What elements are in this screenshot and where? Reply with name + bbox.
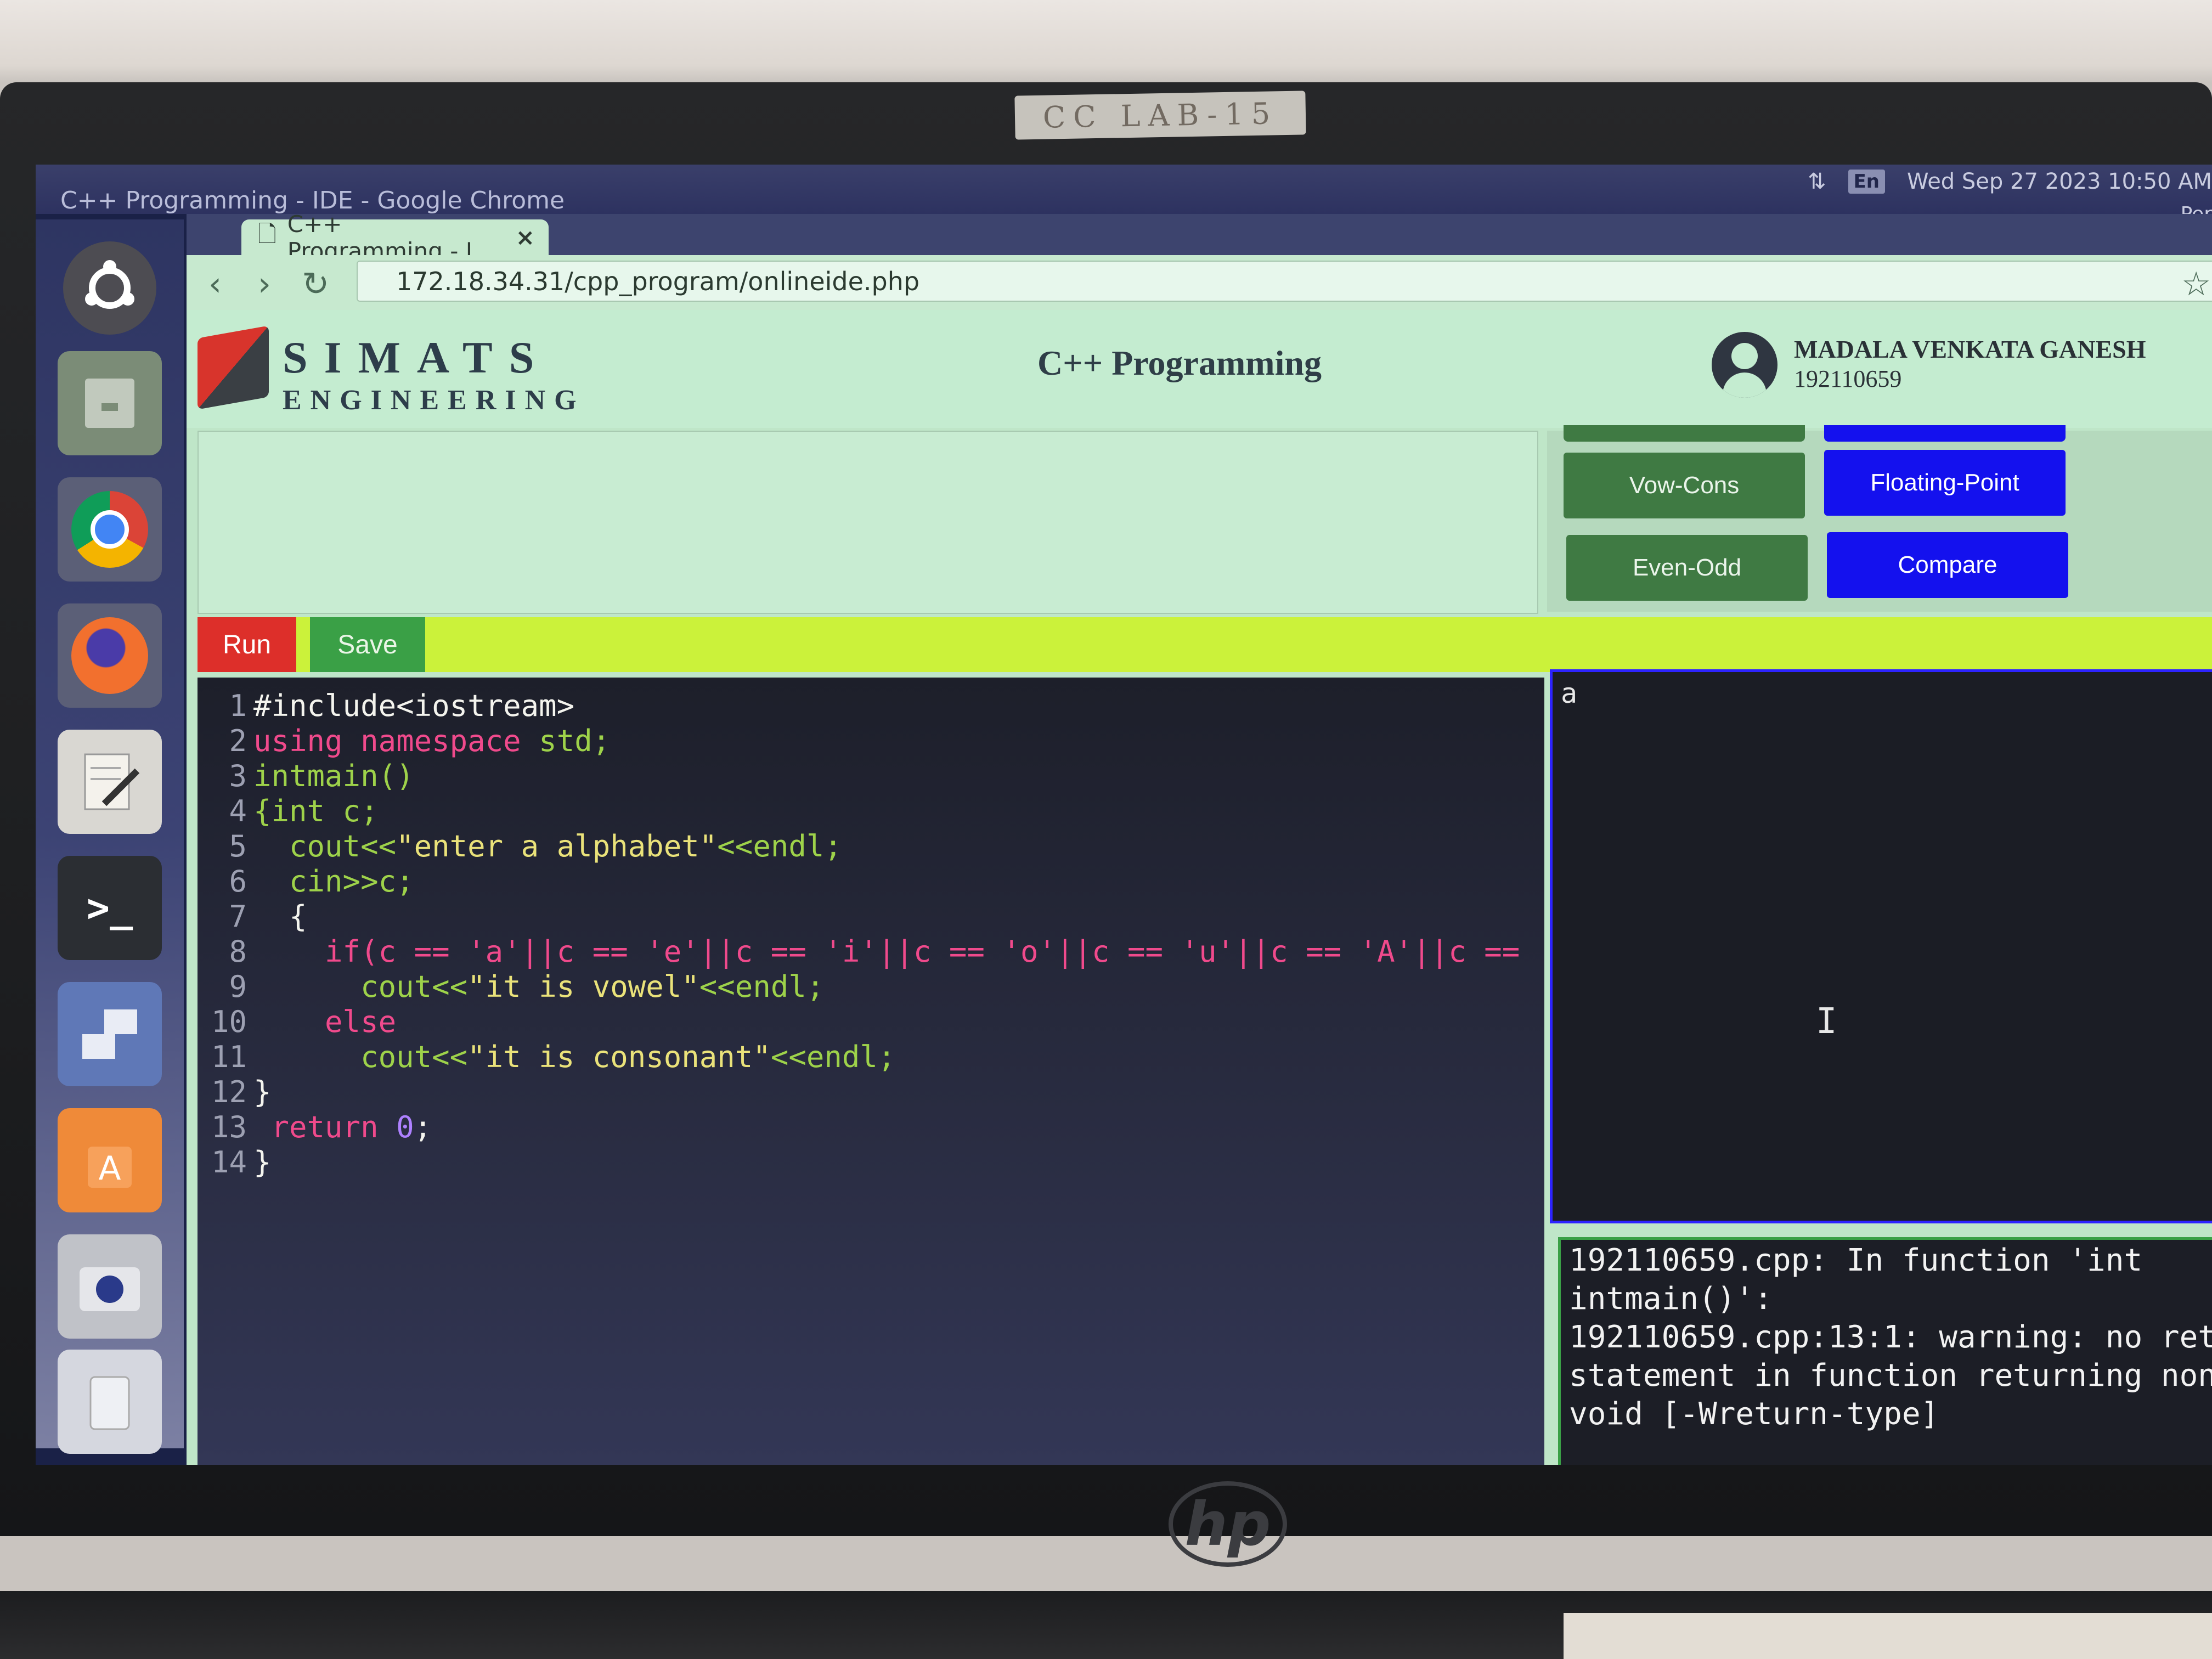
text-cursor-icon: I	[1816, 1001, 1837, 1042]
line-number: 2	[229, 724, 247, 758]
program-button-partial[interactable]	[1824, 425, 2066, 442]
browser-tab[interactable]: 🗋 C++ Programming - I ×	[241, 211, 549, 264]
line-number: 6	[229, 864, 247, 899]
ubuntu-dash-icon[interactable]	[63, 241, 156, 335]
output-line: 192110659.cpp: In function 'int	[1569, 1243, 2143, 1278]
network-icon[interactable]: ⇅	[1808, 169, 1826, 194]
firefox-icon[interactable]	[58, 603, 162, 708]
logo-text: SIMATS	[283, 332, 551, 382]
terminal-icon[interactable]: >_	[58, 856, 162, 960]
keyboard-language-indicator[interactable]: En	[1848, 170, 1885, 194]
system-tray: ⇅ En Wed Sep 27 2023 10:50 AM	[1808, 169, 2212, 194]
page-header: SIMATS ENGINEERING C++ Programming MADAL…	[187, 310, 2212, 428]
page-icon: 🗋	[258, 221, 276, 247]
code-line: 1 #include<iostream>	[198, 689, 1542, 724]
code-line: 6 cin>>c;	[198, 864, 1542, 899]
code-line: 8 if(c == 'a'||c == 'e'||c == 'i'||c == …	[198, 934, 1542, 969]
code-line: 13 return 0;	[198, 1110, 1542, 1145]
page-title: C++ Programming	[1037, 343, 1322, 382]
program-buttons-panel: Vow-Cons Floating-Point Even-Odd Compare	[1547, 425, 2212, 612]
action-bar: Run Save	[198, 617, 2212, 672]
line-number: 13	[211, 1110, 247, 1144]
line-number: 3	[229, 759, 247, 793]
compiler-output: 192110659.cpp: In function 'int intmain(…	[1558, 1237, 2212, 1465]
browser-toolbar: ‹ › ↻ 172.18.34.31/cpp_program/onlineide…	[187, 255, 2212, 310]
line-number: 7	[229, 899, 247, 934]
line-number: 5	[229, 829, 247, 864]
output-line: intmain()':	[1569, 1281, 1773, 1317]
user-id: 192110659	[1794, 365, 1902, 392]
system-top-bar: C++ Programming - IDE - Google Chrome ⇅ …	[36, 165, 2212, 225]
code-line: 5 cout<<"enter a alphabet"<<endl;	[198, 829, 1542, 864]
tab-close-icon[interactable]: ×	[516, 224, 535, 251]
line-number: 10	[211, 1005, 247, 1039]
line-number: 1	[229, 689, 247, 723]
code-line: 14}	[198, 1145, 1542, 1180]
compare-button[interactable]: Compare	[1827, 532, 2068, 598]
line-number: 8	[229, 934, 247, 969]
svg-text:A: A	[98, 1149, 121, 1188]
code-line: 3 intmain()	[198, 759, 1542, 794]
software-center-icon[interactable]: A	[58, 1108, 162, 1212]
save-button[interactable]: Save	[310, 617, 425, 672]
output-line: void [-Wreturn-type]	[1569, 1396, 1939, 1432]
code-line: 9 cout<<"it is vowel"<<endl;	[198, 969, 1542, 1005]
bookmark-star-icon[interactable]: ☆	[2181, 265, 2211, 303]
tab-strip: 🗋 C++ Programming - I ×	[187, 211, 2212, 264]
code-line: 11 cout<<"it is consonant"<<endl;	[198, 1040, 1542, 1075]
line-number: 14	[211, 1145, 247, 1180]
vow-cons-button[interactable]: Vow-Cons	[1564, 453, 1805, 518]
ide-page: SIMATS ENGINEERING C++ Programming MADAL…	[187, 310, 2212, 1465]
logo-subtext: ENGINEERING	[283, 385, 585, 416]
file-cabinet-icon[interactable]	[58, 351, 162, 455]
ubuntu-launcher: >_ A	[36, 219, 184, 1454]
monitor-sticker: CC LAB-15	[1014, 91, 1306, 140]
camera-icon[interactable]	[58, 1234, 162, 1339]
output-line: 192110659.cpp:13:1: warning: no ret	[1569, 1319, 2212, 1355]
hp-logo-icon: hp	[1169, 1481, 1287, 1567]
program-button-partial[interactable]	[1564, 425, 1805, 442]
clock[interactable]: Wed Sep 27 2023 10:50 AM	[1907, 169, 2212, 194]
program-input-field[interactable]: a I	[1550, 669, 2212, 1223]
code-line: 10 else	[198, 1005, 1542, 1040]
line-number: 12	[211, 1075, 247, 1109]
code-editor[interactable]: 1 #include<iostream> 2 using namespace std…	[198, 678, 1544, 1465]
run-button[interactable]: Run	[198, 617, 296, 672]
forward-icon[interactable]: ›	[258, 265, 271, 303]
line-number: 11	[211, 1040, 247, 1074]
address-bar[interactable]: 172.18.34.31/cpp_program/onlineide.php	[357, 261, 2212, 302]
even-odd-button[interactable]: Even-Odd	[1566, 535, 1808, 601]
back-icon[interactable]: ‹	[208, 265, 222, 303]
line-number: 9	[229, 969, 247, 1004]
input-value: a	[1561, 678, 1578, 709]
question-area	[198, 431, 1538, 614]
code-line: 4 {int c;	[198, 794, 1542, 829]
user-avatar-icon[interactable]	[1712, 332, 1778, 398]
text-editor-icon[interactable]	[58, 730, 162, 834]
floating-point-button[interactable]: Floating-Point	[1824, 450, 2066, 516]
code-line: 2 using namespace std;	[198, 724, 1542, 759]
user-name: MADALA VENKATA GANESH	[1794, 335, 2146, 363]
chrome-icon[interactable]	[58, 477, 162, 582]
simats-logo-icon	[198, 325, 269, 410]
code-line: 12}	[198, 1075, 1542, 1110]
desk	[0, 1591, 2212, 1659]
screen: C++ Programming - IDE - Google Chrome ⇅ …	[36, 165, 2212, 1465]
code-line: 7 {	[198, 899, 1542, 934]
reload-icon[interactable]: ↻	[302, 265, 329, 303]
paper	[1564, 1613, 2212, 1659]
line-number: 4	[229, 794, 247, 828]
output-line: statement in function returning non	[1569, 1358, 2212, 1393]
workspace-switcher-icon[interactable]	[58, 982, 162, 1086]
chrome-window: 🗋 C++ Programming - I × ‹ › ↻ 172.18.34.…	[187, 211, 2212, 1465]
trash-icon[interactable]	[58, 1350, 162, 1454]
